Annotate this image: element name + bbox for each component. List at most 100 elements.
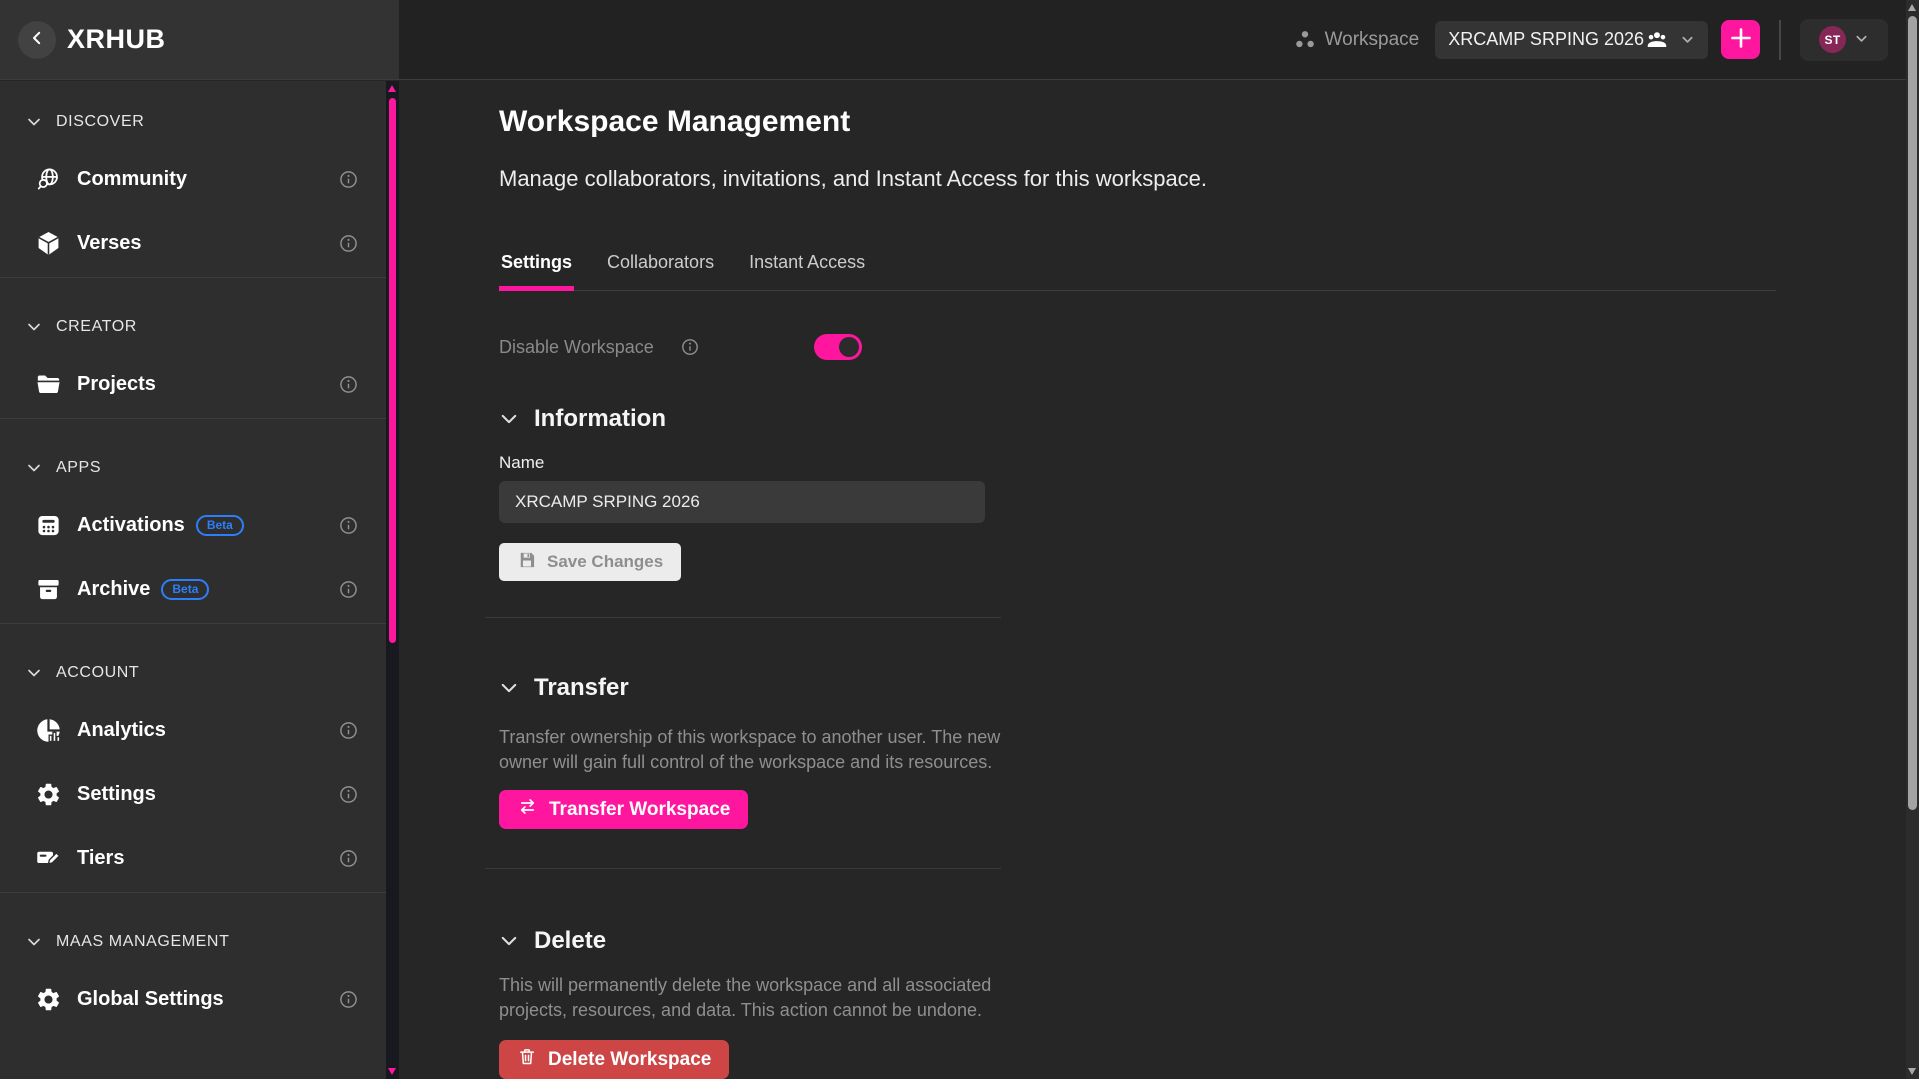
info-icon[interactable]: [339, 234, 358, 253]
sidebar-section-discover[interactable]: DISCOVER: [26, 113, 386, 131]
chevron-down-icon: [26, 934, 42, 950]
sidebar-section-account[interactable]: ACCOUNT: [26, 664, 386, 682]
page-subtitle: Manage collaborators, invitations, and I…: [499, 166, 1906, 192]
tiers-icon: [34, 845, 62, 872]
sidebar-section-apps[interactable]: APPS: [26, 459, 386, 477]
beta-badge: Beta: [196, 515, 244, 536]
delete-icon: [517, 1047, 537, 1073]
sidebar-item-verses[interactable]: Verses: [34, 219, 386, 267]
workspace-label: Workspace: [1325, 29, 1420, 51]
sidebar-item-tiers[interactable]: Tiers: [34, 834, 386, 882]
sidebar-item-archive[interactable]: Archive Beta: [34, 565, 386, 613]
sidebar-item-projects[interactable]: Projects: [34, 360, 386, 408]
page-scrollbar[interactable]: [1906, 0, 1919, 1079]
sidebar-item-label: Analytics: [77, 719, 166, 742]
info-icon[interactable]: [339, 580, 358, 599]
info-icon[interactable]: [339, 990, 358, 1009]
page-scrollbar-thumb[interactable]: [1908, 16, 1917, 810]
sidebar-item-label: Projects: [77, 373, 156, 396]
sidebar-item-community[interactable]: Community: [34, 155, 386, 203]
projects-icon: [34, 371, 62, 398]
add-workspace-button[interactable]: [1721, 20, 1760, 59]
scroll-down-icon[interactable]: [388, 1068, 396, 1075]
sidebar-divider: [0, 623, 386, 624]
chevron-down-icon: [499, 931, 519, 951]
info-icon[interactable]: [339, 721, 358, 740]
app-window: XRHUB Workspace XRCAMP SRPING 2026: [0, 0, 1919, 1079]
delete-workspace-button[interactable]: Delete Workspace: [499, 1040, 729, 1079]
sidebar-scrollbar-thumb[interactable]: [389, 98, 396, 643]
disable-workspace-toggle[interactable]: [814, 334, 862, 360]
global-settings-icon: [34, 986, 62, 1013]
sidebar-item-settings[interactable]: Settings: [34, 770, 386, 818]
delete-description: This will permanently delete the workspa…: [499, 973, 1004, 1023]
back-button[interactable]: [18, 21, 56, 59]
chevron-down-icon: [26, 460, 42, 476]
transfer-section-header[interactable]: Transfer: [499, 674, 1906, 702]
tab-collaborators[interactable]: Collaborators: [605, 252, 716, 291]
sidebar-item-label: Activations: [77, 514, 185, 537]
sidebar-item-label: Verses: [77, 232, 142, 255]
sidebar-section-creator[interactable]: CREATOR: [26, 318, 386, 336]
workspace-name-input[interactable]: [499, 481, 985, 523]
user-menu-button[interactable]: ST: [1800, 19, 1888, 61]
chevron-down-icon: [499, 678, 519, 698]
sidebar-section-maas-management[interactable]: MAAS MANAGEMENT: [26, 933, 386, 951]
workspace-selector-dropdown[interactable]: XRCAMP SRPING 2026: [1435, 21, 1708, 59]
info-icon[interactable]: [339, 375, 358, 394]
sidebar-item-analytics[interactable]: Analytics: [34, 706, 386, 754]
sidebar-divider: [0, 418, 386, 419]
topbar-divider: [1779, 20, 1781, 60]
page-title: Workspace Management: [499, 105, 1906, 139]
sidebar-item-global-settings[interactable]: Global Settings: [34, 975, 386, 1023]
name-field-label: Name: [499, 453, 1906, 473]
information-section-title: Information: [534, 405, 666, 433]
info-icon[interactable]: [339, 849, 358, 868]
section-divider: [485, 868, 1001, 869]
activations-icon: [34, 512, 62, 539]
tab-settings[interactable]: Settings: [499, 252, 574, 291]
sidebar-item-label: Tiers: [77, 847, 124, 870]
app-logo: XRHUB: [67, 24, 166, 55]
info-icon[interactable]: [339, 516, 358, 535]
plus-icon: [1728, 25, 1754, 54]
sidebar-scrollbar[interactable]: [386, 81, 399, 1079]
top-bar-actions: Workspace XRCAMP SRPING 2026 ST: [399, 0, 1919, 79]
delete-workspace-label: Delete Workspace: [548, 1049, 711, 1071]
scroll-up-icon[interactable]: [1908, 4, 1916, 11]
scroll-down-icon[interactable]: [1908, 1068, 1916, 1075]
scroll-up-icon[interactable]: [388, 85, 396, 92]
chevron-down-icon: [26, 665, 42, 681]
delete-section-header[interactable]: Delete: [499, 927, 1906, 955]
save-changes-label: Save Changes: [547, 552, 663, 572]
verses-icon: [34, 230, 62, 257]
transfer-description: Transfer ownership of this workspace to …: [499, 725, 1004, 775]
info-icon[interactable]: [681, 338, 699, 356]
delete-section-title: Delete: [534, 927, 606, 955]
save-icon: [517, 550, 537, 575]
community-icon: [34, 166, 62, 193]
information-section-header[interactable]: Information: [499, 405, 1906, 433]
tab-bar: Settings Collaborators Instant Access: [499, 252, 1776, 291]
top-bar: XRHUB Workspace XRCAMP SRPING 2026: [0, 0, 1919, 80]
tab-instant-access[interactable]: Instant Access: [747, 252, 867, 291]
sidebar: DISCOVER Community Verses: [0, 81, 386, 1079]
info-icon[interactable]: [339, 170, 358, 189]
top-bar-brand-section: XRHUB: [0, 0, 399, 79]
settings-icon: [34, 781, 62, 808]
section-divider: [485, 617, 1001, 618]
info-icon[interactable]: [339, 785, 358, 804]
chevron-down-icon: [1680, 32, 1695, 47]
workspace-name: XRCAMP SRPING 2026: [1448, 29, 1644, 50]
sidebar-divider: [0, 892, 386, 893]
main-content: Workspace Management Manage collaborator…: [399, 81, 1906, 1079]
transfer-workspace-button[interactable]: Transfer Workspace: [499, 790, 748, 829]
transfer-icon: [517, 796, 538, 823]
workspace-icon: [1294, 29, 1316, 51]
people-icon: [1646, 29, 1668, 51]
sidebar-item-activations[interactable]: Activations Beta: [34, 501, 386, 549]
chevron-down-icon: [26, 319, 42, 335]
sidebar-item-label: Community: [77, 168, 187, 191]
chevron-down-icon: [499, 409, 519, 429]
save-changes-button[interactable]: Save Changes: [499, 543, 681, 581]
